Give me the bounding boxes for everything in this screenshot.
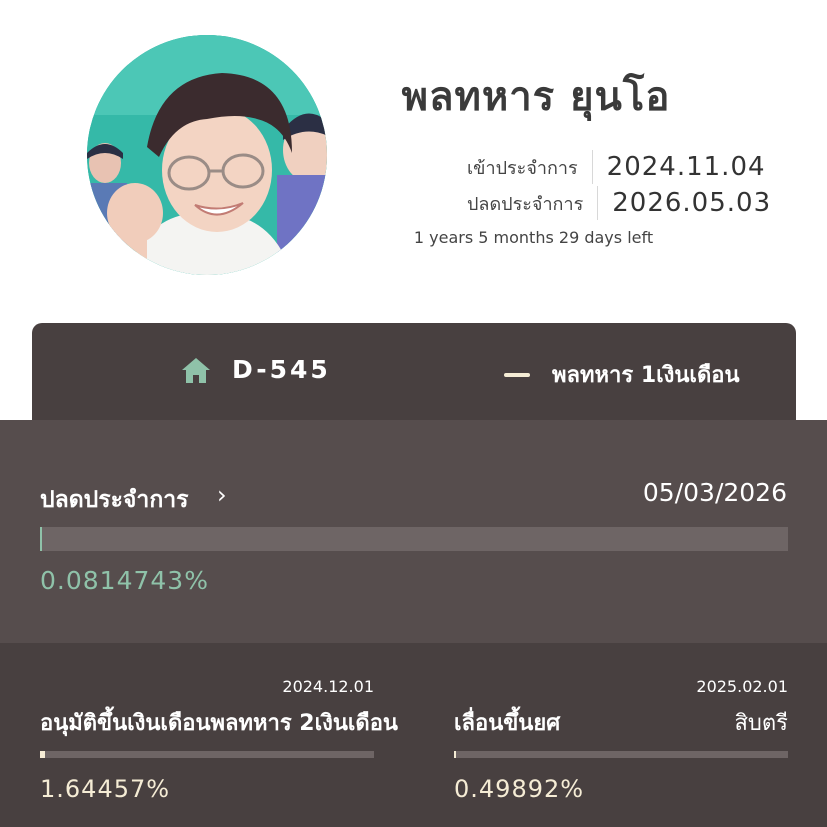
soldier-name: พลทหาร ยุนโอ [401,74,671,120]
enlist-label: เข้าประจำการ [467,157,578,179]
milestone-salary[interactable]: 2024.12.01 อนุมัติขึ้นเงินเดือนพลทหาร 2เ… [40,643,398,827]
profile-header: พลทหาร ยุนโอ เข้าประจำการ 2024.11.04 ปลด… [0,0,827,300]
milestone-percent: 0.49892% [454,775,585,803]
discharge-progress-section: ปลดประจำการ › 05/03/2026 0.0814743% [0,420,827,643]
divider [597,186,599,220]
discharge-progress-fill [40,527,42,551]
milestone-percent: 1.64457% [40,775,171,803]
home-icon [182,357,210,383]
time-left-text: 1 years 5 months 29 days left [413,228,654,247]
chevron-right-icon[interactable]: › [217,481,227,509]
milestone-progress-bar [40,751,374,758]
divider [591,150,593,184]
discharge-row: ปลดประจำการ 2026.05.03 [467,186,771,220]
dday-tab[interactable]: D-545 [180,355,331,384]
milestone-date: 2025.02.01 [696,677,788,696]
discharge-progress-date: 05/03/2026 [642,478,787,507]
rank-insignia-icon [504,372,530,377]
milestone-progress-fill [40,751,46,758]
enlist-date: 2024.11.04 [606,152,766,182]
dday-label: D-545 [232,355,331,384]
rank-label: พลทหาร 1เงินเดือน [552,363,740,388]
discharge-progress-title[interactable]: ปลดประจำการ [40,482,189,518]
enlist-row: เข้าประจำการ 2024.11.04 [467,150,766,184]
discharge-progress-percent: 0.0814743% [40,566,209,595]
status-tabbar: D-545 พลทหาร 1เงินเดือน [32,323,796,420]
discharge-progress-bar [40,527,788,551]
milestone-progress-bar [454,751,788,758]
milestone-progress-fill [454,751,456,758]
milestone-date: 2024.12.01 [282,677,374,696]
discharge-date: 2026.05.03 [612,188,772,218]
milestone-rank: สิบตรี [734,711,789,736]
milestone-promotion[interactable]: 2025.02.01 เลื่อนขึ้นยศ สิบตรี 0.49892% [454,643,788,827]
milestones-section: 2024.12.01 อนุมัติขึ้นเงินเดือนพลทหาร 2เ… [0,643,827,827]
discharge-label: ปลดประจำการ [467,193,584,215]
milestone-title: อนุมัติขึ้นเงินเดือนพลทหาร 2เงินเดือน [40,711,398,736]
milestone-title: เลื่อนขึ้นยศ [454,711,561,736]
rank-tab[interactable]: พลทหาร 1เงินเดือน [504,357,739,392]
